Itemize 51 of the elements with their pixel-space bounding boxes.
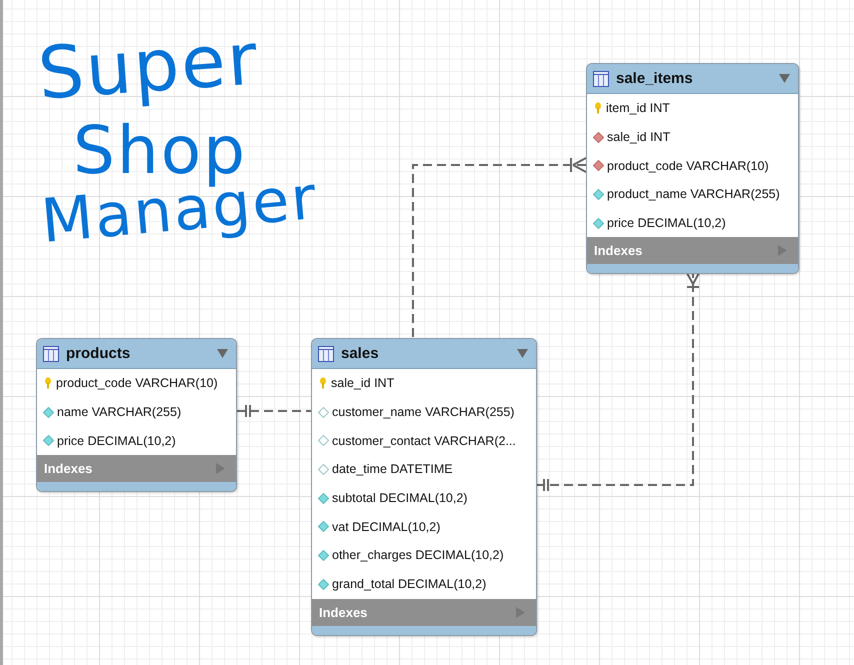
table-card[interactable]: products product_code VARCHAR(10) name VARCHAR(255) price DECIMAL(10,2) Indexes [36, 338, 237, 492]
handwritten-title-line: Super [36, 22, 262, 110]
hollow-diamond-icon [318, 435, 329, 446]
column-definition: item_id INT [606, 101, 670, 116]
indexes-label: Indexes [319, 604, 368, 620]
diamond-icon [593, 218, 604, 229]
key-icon [318, 377, 328, 390]
key-icon [43, 377, 53, 390]
collapse-button[interactable] [517, 348, 528, 359]
column-definition: grand_total DECIMAL(10,2) [332, 577, 486, 592]
table-icon [593, 70, 609, 86]
column-definition: sale_id INT [607, 130, 670, 144]
diamond-icon [318, 550, 329, 561]
diamond-icon [318, 492, 329, 504]
column-definition: subtotal DECIMAL(10,2) [332, 491, 468, 506]
caret-icon [517, 348, 528, 359]
diamond-icon [43, 435, 54, 446]
column-definition: product_name VARCHAR(255) [607, 187, 780, 202]
column-definition: customer_contact VARCHAR(2... [332, 434, 516, 448]
column-definition: other_charges DECIMAL(10,2) [332, 548, 504, 562]
indexes-label: Indexes [44, 461, 92, 476]
diamond-icon [318, 521, 329, 532]
column-definition: product_code VARCHAR(10) [607, 158, 769, 173]
key-icon [593, 102, 603, 114]
diamond-icon [593, 160, 604, 172]
collapse-button[interactable] [779, 73, 790, 84]
table-name: sale_items [616, 70, 694, 87]
table-card[interactable]: sales sale_id INT customer_name VARCHAR(255) customer_contact VARCHAR(2... date_time DATETIME subtotal DECIMAL(10,2) vat DECIMAL(10,2) other_charges DECIMAL(10,2) grand_total DECIMAL(10,2) Indexes [311, 338, 537, 636]
diamond-icon [318, 578, 329, 590]
diamond-icon [43, 406, 54, 418]
indexes-label: Indexes [594, 243, 642, 258]
column-definition: sale_id INT [331, 376, 394, 390]
column-definition: customer_name VARCHAR(255) [332, 405, 514, 420]
column-definition: vat DECIMAL(10,2) [332, 520, 440, 534]
diamond-icon [593, 188, 604, 200]
collapse-button[interactable] [217, 348, 228, 359]
hollow-diamond-icon [318, 406, 329, 418]
table-icon [318, 346, 334, 362]
column-definition: price DECIMAL(10,2) [607, 216, 726, 230]
column-definition: date_time DATETIME [332, 462, 453, 476]
hollow-diamond-icon [318, 464, 329, 475]
column-definition: product_code VARCHAR(10) [56, 376, 218, 390]
table-card[interactable]: sale_items item_id INT sale_id INT product_code VARCHAR(10) product_name VARCHAR(255) price DECIMAL(10,2) Indexes [586, 63, 799, 274]
column-definition: name VARCHAR(255) [57, 405, 182, 420]
table-icon [43, 346, 59, 362]
caret-icon [779, 73, 790, 84]
caret-icon [217, 348, 228, 359]
diamond-icon [593, 132, 604, 143]
table-name: products [66, 345, 132, 362]
table-name: sales [341, 345, 380, 362]
column-definition: price DECIMAL(10,2) [57, 434, 176, 448]
